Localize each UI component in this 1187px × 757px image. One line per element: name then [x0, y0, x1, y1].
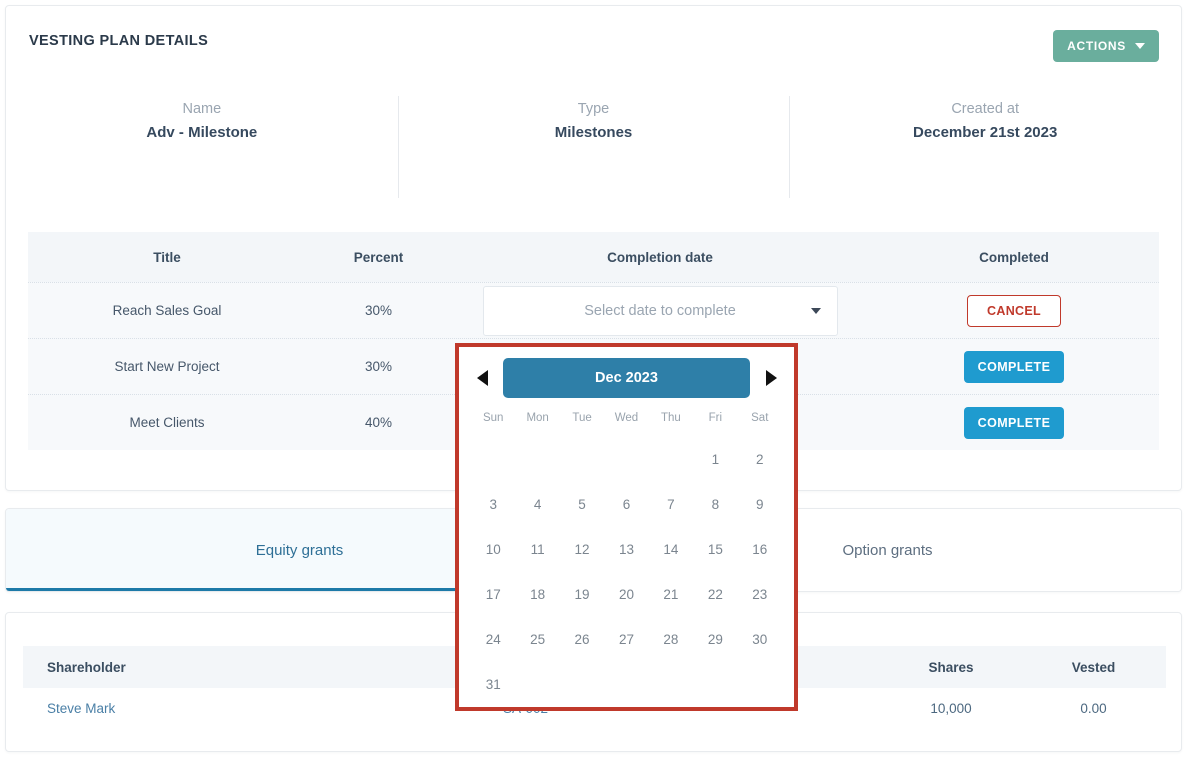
- calendar-weekday-row: Sun Mon Tue Wed Thu Fri Sat: [471, 403, 782, 433]
- calendar-day[interactable]: 27: [604, 617, 648, 662]
- calendar-day[interactable]: 31: [471, 662, 515, 707]
- next-month-button[interactable]: [760, 370, 782, 386]
- tab-label: Option grants: [842, 541, 933, 559]
- calendar-day[interactable]: 1: [693, 437, 737, 482]
- calendar-day[interactable]: 7: [649, 482, 693, 527]
- calendar-header: Dec 2023: [471, 357, 782, 399]
- summary-cell-type: Type Milestones: [397, 96, 790, 198]
- calendar-day[interactable]: 5: [560, 482, 604, 527]
- calendar-day-empty: [515, 437, 559, 482]
- table-row: Reach Sales Goal 30% Select date to comp…: [28, 282, 1159, 338]
- calendar-weekday: Wed: [614, 412, 639, 424]
- column-header-percent: Percent: [353, 249, 404, 265]
- calendar-day-empty: [649, 437, 693, 482]
- calendar-month-label[interactable]: Dec 2023: [503, 358, 750, 398]
- calendar-day[interactable]: 20: [604, 572, 648, 617]
- calendar-day[interactable]: 19: [560, 572, 604, 617]
- column-header-shares: Shares: [928, 659, 974, 675]
- grant-vested: 0.00: [1080, 700, 1107, 716]
- calendar-day[interactable]: 2: [738, 437, 782, 482]
- calendar-day[interactable]: 12: [560, 527, 604, 572]
- summary-label: Created at: [951, 101, 1020, 117]
- calendar-day[interactable]: 8: [693, 482, 737, 527]
- shareholder-link[interactable]: Steve Mark: [23, 701, 368, 716]
- calendar-day[interactable]: 17: [471, 572, 515, 617]
- summary-label: Name: [182, 101, 222, 117]
- complete-button[interactable]: COMPLETE: [963, 406, 1065, 439]
- calendar-day[interactable]: 15: [693, 527, 737, 572]
- milestone-percent: 40%: [364, 415, 393, 430]
- calendar-day[interactable]: 21: [649, 572, 693, 617]
- calendar-day[interactable]: 4: [515, 482, 559, 527]
- calendar-day-empty: [471, 437, 515, 482]
- column-header-completion-date: Completion date: [607, 249, 713, 265]
- calendar-day[interactable]: 29: [693, 617, 737, 662]
- prev-month-button[interactable]: [471, 370, 493, 386]
- calendar-day[interactable]: 23: [738, 572, 782, 617]
- completion-date-placeholder: Select date to complete: [584, 302, 736, 319]
- milestone-percent: 30%: [364, 359, 393, 374]
- calendar-weekday: Sat: [751, 412, 769, 424]
- vesting-plan-page: VESTING PLAN DETAILS ACTIONS Name Adv - …: [0, 0, 1187, 757]
- column-header-completed: Completed: [979, 249, 1049, 265]
- milestone-percent: 30%: [364, 303, 393, 318]
- calendar-day[interactable]: 10: [471, 527, 515, 572]
- calendar-day[interactable]: 18: [515, 572, 559, 617]
- milestone-title: Reach Sales Goal: [112, 303, 222, 318]
- calendar-day[interactable]: 25: [515, 617, 559, 662]
- calendar-day[interactable]: 14: [649, 527, 693, 572]
- calendar-day[interactable]: 26: [560, 617, 604, 662]
- calendar-weekday: Thu: [661, 412, 681, 424]
- summary-cell-name: Name Adv - Milestone: [6, 96, 398, 151]
- milestone-title: Start New Project: [114, 359, 220, 374]
- actions-button[interactable]: ACTIONS: [1053, 30, 1159, 62]
- calendar-day-grid: 1 2 3 4 5 6 7 8 9 10 11 12 13 14 15 16 17 18 19 20 21 22 23 24 2…: [471, 437, 782, 707]
- calendar-day[interactable]: 13: [604, 527, 648, 572]
- summary-cell-created-at: Created at December 21st 2023: [789, 96, 1181, 198]
- milestone-title: Meet Clients: [129, 415, 205, 430]
- calendar-day[interactable]: 9: [738, 482, 782, 527]
- page-title: VESTING PLAN DETAILS: [29, 33, 209, 49]
- column-header-title: Title: [153, 249, 181, 265]
- cancel-button[interactable]: CANCEL: [967, 294, 1061, 327]
- calendar-day[interactable]: 28: [649, 617, 693, 662]
- completion-date-select[interactable]: Select date to complete: [482, 285, 838, 336]
- tab-label: Equity grants: [255, 541, 344, 559]
- calendar-day-empty: [560, 437, 604, 482]
- actions-button-label: ACTIONS: [1067, 39, 1126, 53]
- calendar-day[interactable]: 22: [693, 572, 737, 617]
- chevron-down-icon: [810, 307, 821, 314]
- date-picker-popup: Dec 2023 Sun Mon Tue Wed Thu Fri Sat 123456789…: [455, 343, 798, 711]
- calendar-weekday: Tue: [572, 412, 592, 424]
- calendar-weekday: Sun: [482, 412, 504, 424]
- calendar-day-empty: [604, 437, 648, 482]
- calendar-day[interactable]: 3: [471, 482, 515, 527]
- calendar-day[interactable]: 6: [604, 482, 648, 527]
- triangle-right-icon: [765, 370, 777, 386]
- column-header-shareholder: Shareholder: [47, 659, 126, 675]
- milestones-table-header: Title Percent Completion date Completed: [28, 232, 1159, 282]
- summary-value: December 21st 2023: [913, 124, 1058, 141]
- calendar-day[interactable]: 11: [515, 527, 559, 572]
- calendar-day[interactable]: 16: [738, 527, 782, 572]
- calendar-weekday: Mon: [526, 412, 549, 424]
- summary-value: Adv - Milestone: [146, 124, 258, 141]
- summary-value: Milestones: [554, 124, 633, 141]
- triangle-left-icon: [476, 370, 488, 386]
- complete-button[interactable]: COMPLETE: [963, 350, 1065, 383]
- calendar-weekday: Fri: [708, 412, 723, 424]
- column-header-vested: Vested: [1071, 659, 1116, 675]
- summary-strip: Name Adv - Milestone Type Milestones Cre…: [6, 96, 1181, 198]
- grant-shares: 10,000: [930, 700, 972, 716]
- calendar-day[interactable]: 24: [471, 617, 515, 662]
- chevron-down-icon: [1135, 43, 1145, 49]
- calendar-day[interactable]: 30: [738, 617, 782, 662]
- summary-label: Type: [577, 101, 610, 117]
